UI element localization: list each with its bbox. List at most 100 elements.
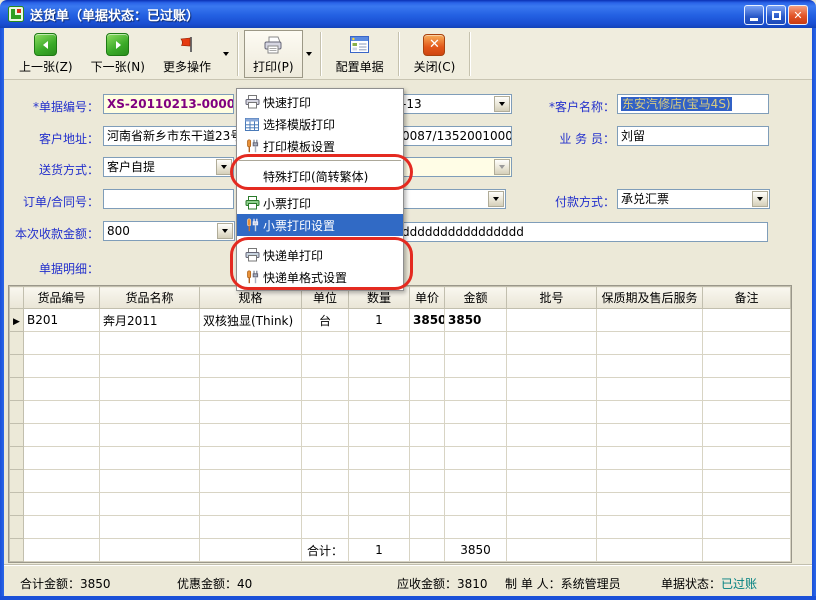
print-dropdown-arrow[interactable]	[303, 32, 315, 76]
empty-cell[interactable]	[597, 470, 703, 493]
empty-cell[interactable]	[349, 401, 410, 424]
empty-cell[interactable]	[703, 401, 791, 424]
empty-cell[interactable]	[349, 470, 410, 493]
empty-cell[interactable]	[349, 516, 410, 539]
empty-cell[interactable]	[507, 493, 597, 516]
empty-cell[interactable]	[200, 493, 302, 516]
empty-cell[interactable]	[410, 493, 445, 516]
empty-cell[interactable]	[597, 355, 703, 378]
empty-cell[interactable]	[445, 378, 507, 401]
empty-cell[interactable]	[410, 424, 445, 447]
print-button[interactable]: 打印(P)	[244, 30, 303, 78]
empty-cell[interactable]	[100, 424, 200, 447]
empty-cell[interactable]	[24, 447, 100, 470]
empty-cell[interactable]	[507, 378, 597, 401]
empty-cell[interactable]	[410, 470, 445, 493]
empty-cell[interactable]	[597, 424, 703, 447]
menu-item-print-template-setup[interactable]: 打印模板设置	[237, 135, 403, 157]
cell-remark[interactable]	[703, 309, 791, 332]
empty-cell[interactable]	[24, 493, 100, 516]
chevron-down-icon[interactable]	[216, 159, 232, 175]
empty-cell[interactable]	[200, 401, 302, 424]
empty-cell[interactable]	[100, 332, 200, 355]
remark-input[interactable]: dddddddddddddddd	[340, 222, 768, 242]
cell-batch[interactable]	[507, 309, 597, 332]
empty-cell[interactable]	[302, 470, 349, 493]
empty-cell[interactable]	[100, 470, 200, 493]
close-form-button[interactable]: ✕ 关闭(C)	[405, 30, 465, 78]
chevron-down-icon[interactable]	[217, 223, 233, 239]
delivery-method-combobox[interactable]: 客户自提	[103, 157, 234, 177]
customer-name-input[interactable]: 东安汽修店(宝马4S)	[617, 94, 769, 114]
empty-cell[interactable]	[349, 378, 410, 401]
empty-cell[interactable]	[349, 493, 410, 516]
empty-cell[interactable]	[349, 332, 410, 355]
cell-spec[interactable]: 双核独显(Think)	[200, 309, 302, 332]
empty-cell[interactable]	[445, 493, 507, 516]
empty-cell[interactable]	[100, 355, 200, 378]
empty-cell[interactable]	[445, 355, 507, 378]
empty-cell[interactable]	[100, 401, 200, 424]
next-record-button[interactable]: 下一张(N)	[82, 30, 154, 78]
empty-cell[interactable]	[597, 447, 703, 470]
empty-cell[interactable]	[703, 470, 791, 493]
empty-cell[interactable]	[302, 424, 349, 447]
empty-cell[interactable]	[703, 447, 791, 470]
empty-cell[interactable]	[100, 378, 200, 401]
empty-cell[interactable]	[703, 493, 791, 516]
empty-cell[interactable]	[507, 447, 597, 470]
empty-cell[interactable]	[24, 516, 100, 539]
empty-cell[interactable]	[597, 516, 703, 539]
empty-cell[interactable]	[507, 424, 597, 447]
empty-cell[interactable]	[410, 401, 445, 424]
empty-cell[interactable]	[100, 447, 200, 470]
empty-cell[interactable]	[349, 447, 410, 470]
menu-item-quick-print[interactable]: 快速打印	[237, 91, 403, 113]
empty-cell[interactable]	[507, 355, 597, 378]
cell-unit[interactable]: 台	[302, 309, 349, 332]
cell-name[interactable]: 奔月2011	[100, 309, 200, 332]
empty-cell[interactable]	[302, 447, 349, 470]
empty-cell[interactable]	[200, 516, 302, 539]
empty-cell[interactable]	[507, 401, 597, 424]
menu-item-special-print[interactable]: 特殊打印(简转繁体)	[237, 165, 403, 187]
doc-no-input[interactable]: XS-20110213-00003	[103, 94, 234, 114]
close-button[interactable]: ✕	[788, 5, 808, 25]
empty-cell[interactable]	[445, 516, 507, 539]
empty-cell[interactable]	[507, 470, 597, 493]
empty-cell[interactable]	[703, 332, 791, 355]
cell-warranty[interactable]	[597, 309, 703, 332]
empty-cell[interactable]	[24, 355, 100, 378]
empty-cell[interactable]	[507, 332, 597, 355]
empty-cell[interactable]	[200, 355, 302, 378]
minimize-button[interactable]	[744, 5, 764, 25]
empty-cell[interactable]	[410, 332, 445, 355]
payment-amount-combobox[interactable]: 800	[103, 221, 235, 241]
empty-cell[interactable]	[24, 424, 100, 447]
empty-cell[interactable]	[24, 470, 100, 493]
empty-cell[interactable]	[200, 447, 302, 470]
empty-cell[interactable]	[507, 516, 597, 539]
empty-cell[interactable]	[302, 493, 349, 516]
empty-cell[interactable]	[445, 424, 507, 447]
empty-cell[interactable]	[200, 424, 302, 447]
cell-qty[interactable]: 1	[349, 309, 410, 332]
cell-price[interactable]: 3850	[410, 309, 445, 332]
empty-cell[interactable]	[597, 493, 703, 516]
empty-cell[interactable]	[703, 355, 791, 378]
cell-amount[interactable]: 3850	[445, 309, 507, 332]
menu-item-express-format-setup[interactable]: 快递单格式设置	[237, 266, 403, 288]
menu-item-express-print[interactable]: 快递单打印	[237, 244, 403, 266]
cell-code[interactable]: B201	[24, 309, 100, 332]
order-no-input[interactable]	[103, 189, 234, 209]
empty-cell[interactable]	[302, 516, 349, 539]
empty-cell[interactable]	[597, 332, 703, 355]
menu-item-template-print[interactable]: 选择模版打印	[237, 113, 403, 135]
chevron-down-icon[interactable]	[752, 191, 768, 207]
empty-cell[interactable]	[302, 332, 349, 355]
empty-cell[interactable]	[302, 401, 349, 424]
empty-cell[interactable]	[24, 332, 100, 355]
empty-cell[interactable]	[445, 401, 507, 424]
empty-cell[interactable]	[445, 332, 507, 355]
empty-cell[interactable]	[200, 332, 302, 355]
